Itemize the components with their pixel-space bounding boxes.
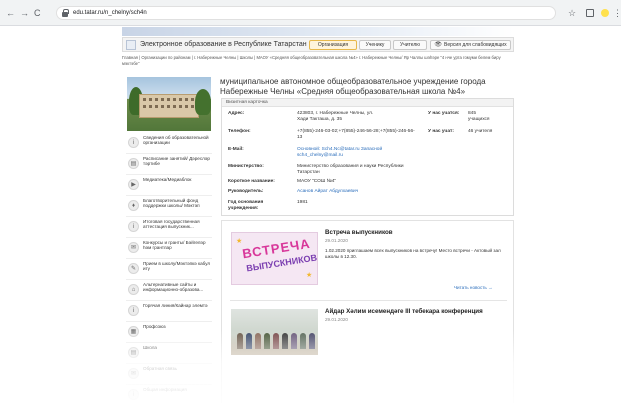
news-image[interactable]: ★ ★ ВСТРЕЧА ВЫПУСКНИКОВ: [231, 232, 318, 285]
sidebar-item-label: Расписание занятий/ Дәресләр тәртибе: [143, 156, 210, 167]
sidebar-item-label: Конкурсы и гранты/ Бәйгеләр һәм грантлар: [143, 240, 206, 251]
info-icon: i: [128, 137, 139, 148]
head-value[interactable]: Асанов Айрат Абдулхаевич: [297, 189, 358, 195]
sidebar-item-label: Профсоюз: [143, 324, 166, 329]
sidebar-item-hotline[interactable]: i Горячая линия/Кайнар элемтә: [126, 301, 212, 322]
news-date: 29.01.2020: [325, 238, 348, 243]
teachers-value: 46 учителя: [468, 129, 493, 134]
address-label: Адрес:: [228, 111, 245, 116]
sidebar-item-info[interactable]: i Сведения об образовательной организации: [126, 133, 212, 154]
info-icon: i: [128, 221, 139, 232]
schedule-icon: ▤: [128, 158, 139, 169]
vision-mode-button[interactable]: 👁 Версия для слабовидящих: [430, 40, 511, 50]
home-icon: ⌂: [128, 284, 139, 295]
org-button[interactable]: Организация: [309, 40, 357, 50]
bookmark-star-icon[interactable]: ☆: [568, 8, 576, 18]
address-url[interactable]: edu.tatar.ru/n_chelny/sch4n: [73, 10, 147, 16]
school-photo: [127, 77, 211, 131]
vision-mode-label: Версия для слабовидящих: [444, 42, 507, 48]
founded-label: Год основания учреждения:: [228, 200, 264, 211]
sidebar-item-schedule[interactable]: ▤ Расписание занятий/ Дәресләр тәртибе: [126, 154, 212, 175]
sidebar-item-contests[interactable]: ✉ Конкурсы и гранты/ Бәйгеләр һәм грантла…: [126, 238, 212, 259]
breadcrumb[interactable]: Главная | Организации по районам | г. На…: [122, 55, 514, 66]
sidebar-item-fund[interactable]: ♦ Благотворительный фонд поддержки школы/…: [126, 196, 212, 217]
read-more-link[interactable]: Читать новость →: [454, 285, 493, 290]
student-button[interactable]: Ученику: [359, 40, 391, 50]
sidebar-item-label: Итоговая государственная аттестация выпу…: [143, 219, 200, 230]
news-text: 1.02.2020 приглашаем всех выпускников на…: [325, 248, 501, 259]
sidebar-item-alt-sites[interactable]: ⌂ Альтернативные сайты и информационно-об…: [126, 280, 212, 301]
news-title[interactable]: Айдар Хәлим исемендәге III тебекара конф…: [325, 308, 483, 315]
lock-icon: [62, 9, 69, 17]
founded-value: 1981: [297, 200, 308, 205]
sidebar-item-label: Благотворительный фонд поддержки школы/ …: [143, 198, 200, 209]
info-icon: i: [128, 305, 139, 316]
ministry-value: Министерство образования и науки Республ…: [297, 164, 404, 175]
divider: [230, 300, 507, 301]
email-label: E-Mail:: [228, 147, 244, 152]
sidebar-item-attestation[interactable]: i Итоговая государственная аттестация вып…: [126, 217, 212, 238]
profile-avatar-icon[interactable]: [601, 9, 609, 17]
ministry-label: Министерство:: [228, 164, 264, 169]
extension-icon[interactable]: [586, 9, 594, 17]
teachers-label: У нас учат:: [428, 129, 454, 134]
business-card: Визитная карточка Адрес: 423803, г. Набе…: [221, 98, 514, 216]
fund-icon: ♦: [128, 200, 139, 211]
sidebar-item-label: Горячая линия/Кайнар элемтә: [143, 303, 208, 308]
students-label: У нас учатся:: [428, 111, 460, 116]
site-banner: [122, 27, 514, 36]
back-arrow-icon[interactable]: ←: [6, 8, 15, 18]
sidebar-item-label: Прием в школу/Мәктәпкә кабул итү: [143, 261, 211, 272]
news-title[interactable]: Встреча выпускников: [325, 229, 393, 236]
sidebar-item-media[interactable]: ▶ Медиатека/Медиаблок: [126, 175, 212, 196]
menu-kebab-icon[interactable]: ⋮: [613, 8, 621, 18]
forward-arrow-icon[interactable]: →: [20, 8, 29, 18]
sidebar-item-label: Сведения об образовательной организации: [143, 135, 209, 146]
browser-toolbar: ← → C edu.tatar.ru/n_chelny/sch4n ☆ ⋮: [0, 0, 621, 26]
star-decoration-icon: ★: [306, 272, 313, 279]
motion-blur-overlay: [0, 330, 621, 403]
head-label: Руководитель:: [228, 189, 264, 194]
site-title[interactable]: Электронное образование в Республике Тат…: [140, 41, 307, 48]
page-title: муниципальное автономное общеобразовател…: [220, 77, 486, 96]
short-name-label: Короткое название:: [228, 179, 275, 184]
sidebar-item-label: Альтернативные сайты и информационно-обр…: [143, 282, 204, 293]
email-value[interactable]: Основной: Sch4.Nc@tatar.ru Запасной sch4…: [297, 147, 387, 158]
pencil-icon: ✎: [128, 263, 139, 274]
short-name-value: МАОУ "СОШ №4": [297, 179, 337, 184]
play-icon: ▶: [128, 179, 139, 190]
sidebar-item-label: Медиатека/Медиаблок: [143, 177, 192, 182]
teacher-button[interactable]: Учителю: [393, 40, 427, 50]
envelope-icon: ✉: [128, 242, 139, 253]
star-decoration-icon: ★: [236, 238, 243, 245]
site-logo-icon[interactable]: [126, 40, 136, 50]
eye-icon: 👁: [434, 42, 443, 48]
card-heading: Визитная карточка: [222, 99, 513, 107]
sidebar-item-admission[interactable]: ✎ Прием в школу/Мәктәпкә кабул итү: [126, 259, 212, 280]
reload-icon[interactable]: C: [34, 8, 41, 18]
address-value: 423803, г. Набережные Челны, ул. Хади Та…: [297, 111, 374, 122]
students-value: 845 учащихся: [468, 111, 490, 122]
news-date: 29.01.2020: [325, 317, 348, 322]
address-bar[interactable]: edu.tatar.ru/n_chelny/sch4n: [56, 6, 556, 20]
site-header: Электронное образование в Республике Тат…: [122, 37, 514, 52]
phone-label: Телефон:: [228, 129, 251, 134]
phone-value: +7(855)-246-03-02;+7(855)-246-56-28;+7(8…: [297, 129, 415, 140]
